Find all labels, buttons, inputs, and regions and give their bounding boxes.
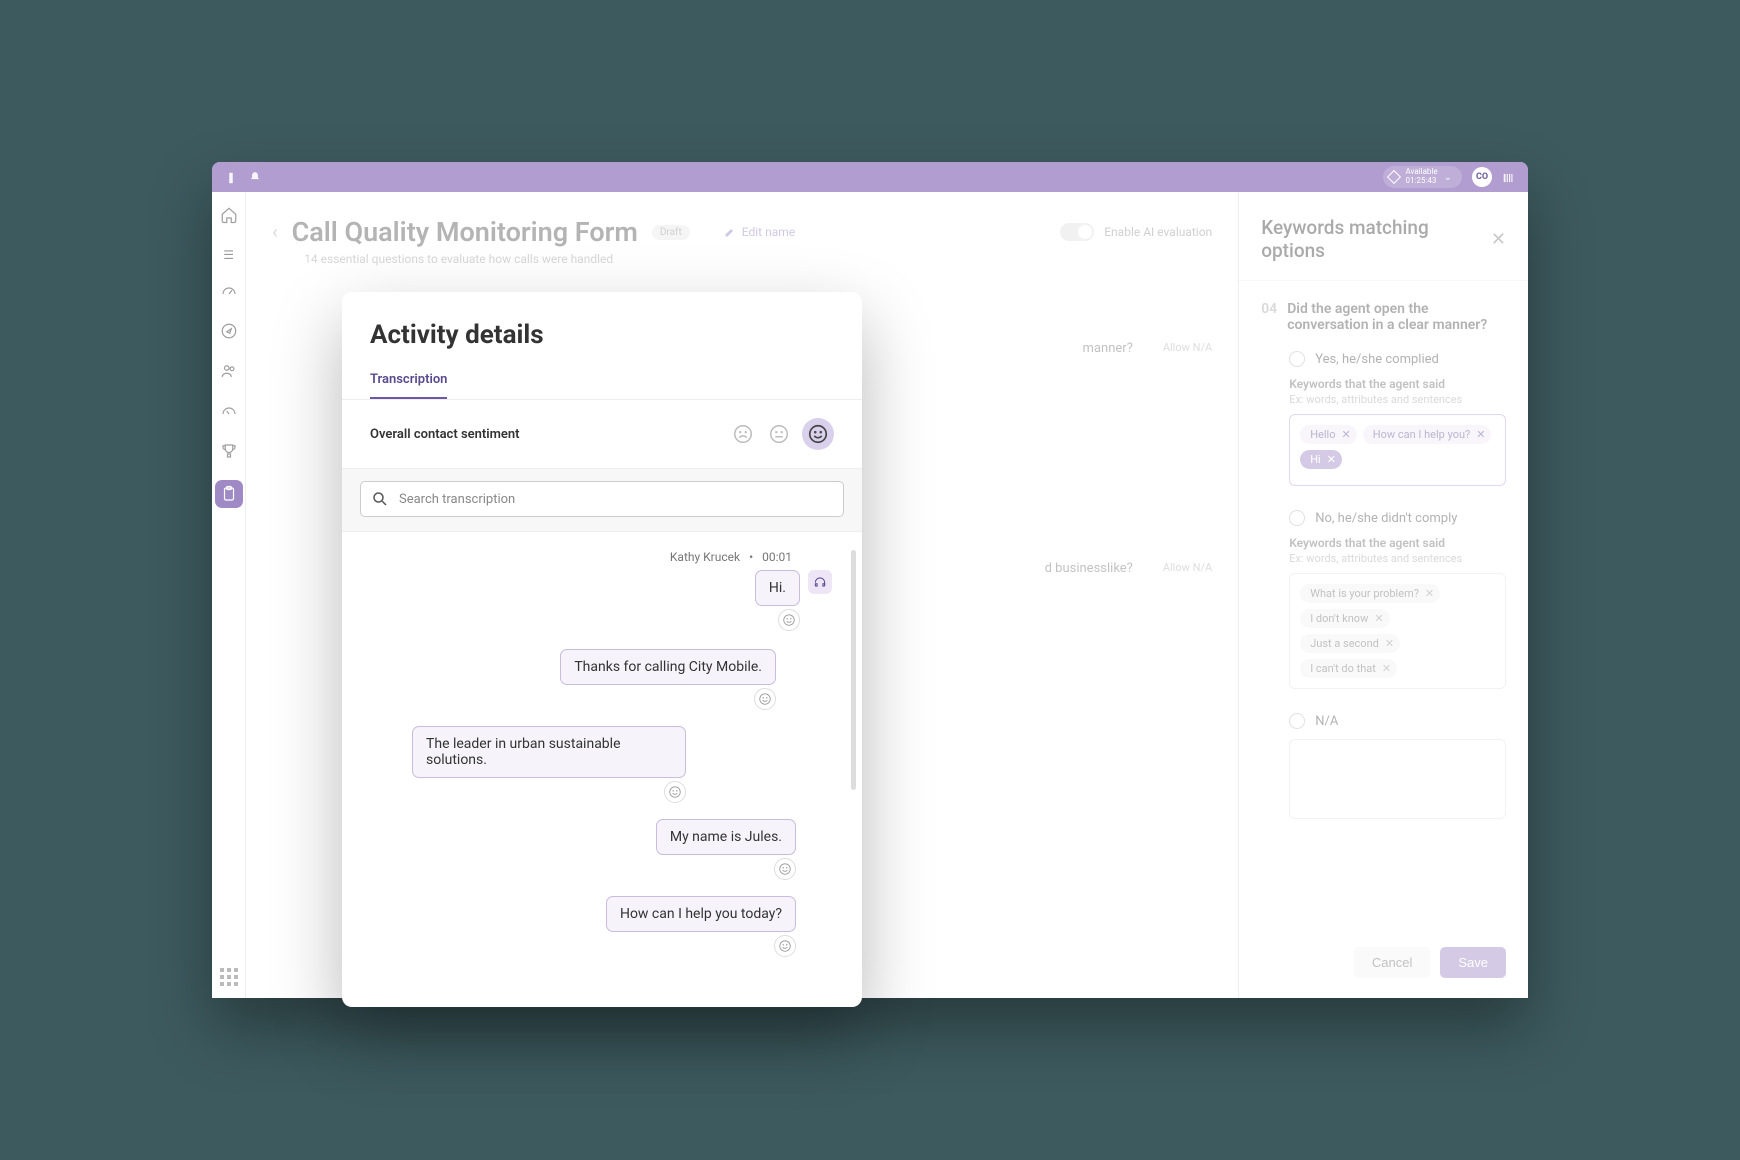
transcription-list: Kathy Krucek • 00:01 Hi. Thanks for call… xyxy=(342,532,862,1007)
message-bubble: Hi. xyxy=(755,570,800,606)
app-window: Available 01:25:43 ⌄ CO ☰ xyxy=(212,162,1528,998)
clipboard-icon[interactable] xyxy=(215,480,243,508)
sentiment-neutral-icon[interactable] xyxy=(766,421,792,447)
modal-title: Activity details xyxy=(370,320,834,350)
keywords-input-no[interactable]: What is your problem?✕ I don't know✕ Jus… xyxy=(1289,573,1506,689)
tab-transcription[interactable]: Transcription xyxy=(370,372,447,400)
chip-remove-icon[interactable]: ✕ xyxy=(1476,428,1485,441)
page-subtitle: 14 essential questions to evaluate how c… xyxy=(304,252,1212,266)
keywords-hint-yes: Ex: words, attributes and sentences xyxy=(1289,393,1506,406)
message-bubble: My name is Jules. xyxy=(656,819,796,855)
panel-toggle-icon[interactable] xyxy=(1502,170,1516,184)
chip[interactable]: Hi✕ xyxy=(1300,450,1342,469)
chip[interactable]: Just a second✕ xyxy=(1300,634,1400,653)
reaction-icon[interactable] xyxy=(664,781,686,803)
status-pill[interactable]: Available 01:25:43 ⌄ xyxy=(1383,166,1462,188)
cancel-button[interactable]: Cancel xyxy=(1354,947,1430,978)
toggle-label: Enable AI evaluation xyxy=(1104,225,1212,239)
allow-na-1: Allow N/A xyxy=(1163,341,1212,356)
headset-icon xyxy=(808,570,832,594)
reaction-icon[interactable] xyxy=(774,935,796,957)
speed-icon[interactable] xyxy=(218,400,240,422)
panel-title: Keywords matching options xyxy=(1261,216,1491,262)
chip[interactable]: Hello✕ xyxy=(1300,425,1357,444)
search-placeholder: Search transcription xyxy=(399,492,515,507)
draft-badge: Draft xyxy=(652,225,690,240)
ai-evaluation-toggle[interactable] xyxy=(1060,223,1094,241)
chip-remove-icon[interactable]: ✕ xyxy=(1382,662,1391,675)
topbar: Available 01:25:43 ⌄ CO xyxy=(212,162,1528,192)
search-icon xyxy=(371,490,389,508)
option-na[interactable]: N/A xyxy=(1289,713,1506,729)
sentiment-happy-icon[interactable] xyxy=(802,418,834,450)
allow-na-2: Allow N/A xyxy=(1163,561,1212,576)
chip-remove-icon[interactable]: ✕ xyxy=(1374,612,1383,625)
message-author: Kathy Krucek xyxy=(670,550,740,564)
keywords-hint-no: Ex: words, attributes and sentences xyxy=(1289,552,1506,565)
chip[interactable]: What is your problem?✕ xyxy=(1300,584,1440,603)
avatar[interactable]: CO xyxy=(1472,167,1492,187)
close-icon[interactable]: ✕ xyxy=(1491,229,1506,250)
page-title: Call Quality Monitoring Form xyxy=(292,216,638,248)
status-diamond-icon xyxy=(1387,170,1401,184)
message-bubble: Thanks for calling City Mobile. xyxy=(560,649,776,685)
bell-icon[interactable] xyxy=(248,170,262,184)
reaction-icon[interactable] xyxy=(754,688,776,710)
chip[interactable]: I can't do that✕ xyxy=(1300,659,1397,678)
save-button[interactable]: Save xyxy=(1440,947,1506,978)
apps-grid-icon[interactable] xyxy=(220,968,238,986)
message-bubble: How can I help you today? xyxy=(606,896,796,932)
trophy-icon[interactable] xyxy=(218,440,240,462)
status-timer: 01:25:43 xyxy=(1405,177,1437,186)
users-icon[interactable] xyxy=(218,360,240,382)
chip-remove-icon[interactable]: ✕ xyxy=(1327,453,1336,466)
keywords-panel: Keywords matching options ✕ 04 Did the a… xyxy=(1238,192,1528,998)
gauge-icon[interactable] xyxy=(218,280,240,302)
sidebar: ☰ xyxy=(212,192,246,998)
message-bubble: The leader in urban sustainable solution… xyxy=(412,726,686,778)
reaction-icon[interactable] xyxy=(778,609,800,631)
compass-icon[interactable] xyxy=(218,320,240,342)
chip-remove-icon[interactable]: ✕ xyxy=(1385,637,1394,650)
back-button[interactable]: ‹ xyxy=(272,222,277,243)
keywords-label-yes: Keywords that the agent said xyxy=(1289,377,1506,391)
radio-icon xyxy=(1289,351,1305,367)
radio-icon xyxy=(1289,713,1305,729)
search-input[interactable]: Search transcription xyxy=(360,481,844,517)
edit-name-button[interactable]: Edit name xyxy=(724,225,795,239)
reaction-icon[interactable] xyxy=(774,858,796,880)
question-number: 04 xyxy=(1261,301,1277,333)
scrollbar[interactable] xyxy=(851,550,856,790)
keywords-input-na[interactable] xyxy=(1289,739,1506,819)
menu-collapse-icon[interactable]: ☰ xyxy=(223,248,234,262)
chip[interactable]: How can I help you?✕ xyxy=(1363,425,1492,444)
keywords-input-yes[interactable]: Hello✕ How can I help you?✕ Hi✕ xyxy=(1289,414,1506,486)
option-no[interactable]: No, he/she didn't comply xyxy=(1289,510,1506,526)
activity-details-modal: Activity details Transcription Overall c… xyxy=(342,292,862,1007)
radio-icon xyxy=(1289,510,1305,526)
sentiment-label: Overall contact sentiment xyxy=(370,427,520,442)
sentiment-sad-icon[interactable] xyxy=(730,421,756,447)
keywords-label-no: Keywords that the agent said xyxy=(1289,536,1506,550)
option-yes[interactable]: Yes, he/she complied xyxy=(1289,351,1506,367)
chip-remove-icon[interactable]: ✕ xyxy=(1425,587,1434,600)
question-text: Did the agent open the conversation in a… xyxy=(1287,301,1506,333)
message-time: 00:01 xyxy=(762,550,792,564)
logo-icon xyxy=(224,170,238,184)
chip[interactable]: I don't know✕ xyxy=(1300,609,1389,628)
home-icon[interactable] xyxy=(218,204,240,226)
chevron-down-icon: ⌄ xyxy=(1444,172,1452,183)
chip-remove-icon[interactable]: ✕ xyxy=(1342,428,1351,441)
